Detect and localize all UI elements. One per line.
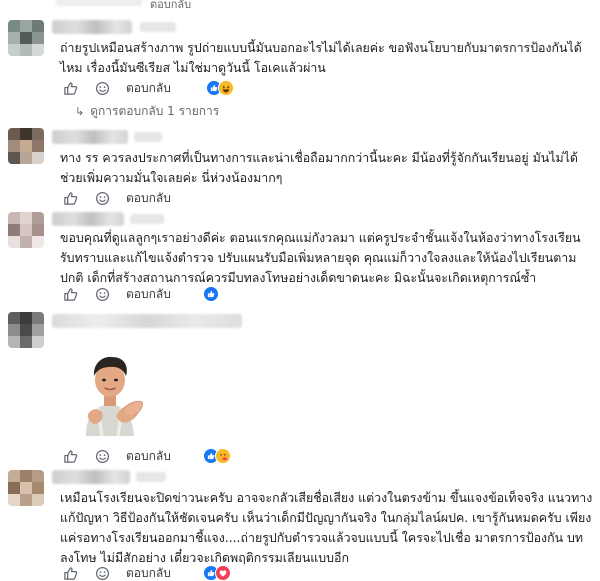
comment-text: ขอบคุณที่ดูแลลูกๆเราอย่างดีค่ะ ตอนแรกคุณ… bbox=[60, 230, 581, 285]
love-reaction-icon bbox=[215, 565, 231, 581]
thumbs-up-icon[interactable] bbox=[60, 447, 80, 465]
reply-button[interactable]: ตอบกลับ bbox=[126, 564, 171, 581]
smiley-icon[interactable] bbox=[92, 79, 112, 97]
reply-button[interactable]: ตอบกลับ bbox=[126, 285, 171, 304]
care-reaction-icon bbox=[215, 448, 231, 464]
thumbs-up-icon[interactable] bbox=[60, 189, 80, 207]
author-meta-blurred bbox=[136, 472, 166, 482]
smiley-icon[interactable] bbox=[92, 285, 112, 303]
avatar[interactable] bbox=[8, 20, 44, 56]
smiley-icon[interactable] bbox=[92, 447, 112, 465]
author-name-blurred[interactable] bbox=[52, 470, 130, 484]
author-name-blurred[interactable] bbox=[52, 212, 124, 226]
comment-text: ทาง รร ควรลงประกาศที่เป็นทางการและน่าเชื… bbox=[60, 150, 578, 185]
author-meta-blurred bbox=[134, 132, 162, 142]
author-name-blurred[interactable] bbox=[52, 130, 128, 144]
smiley-icon[interactable] bbox=[92, 564, 112, 581]
comment-text: ถ่ายรูปเหมือนสร้างภาพ รูปถ่ายแบบนี้มันบอ… bbox=[60, 40, 582, 75]
thumbs-up-icon[interactable] bbox=[60, 564, 80, 581]
reactions[interactable] bbox=[203, 447, 231, 465]
reactions[interactable] bbox=[203, 564, 231, 581]
author-name-blurred[interactable] bbox=[52, 20, 132, 34]
avatar[interactable] bbox=[8, 212, 44, 248]
author-name-blurred[interactable] bbox=[52, 314, 242, 328]
reply-button[interactable]: ตอบกลับ bbox=[126, 189, 171, 208]
comment-actions: ตอบกลับ bbox=[60, 446, 171, 466]
reply-button[interactable]: ตอบกลับ bbox=[150, 0, 191, 13]
reactions[interactable] bbox=[203, 285, 219, 303]
avatar[interactable] bbox=[8, 312, 44, 348]
comment-actions: ตอบกลับ bbox=[60, 78, 171, 98]
comment-text: เหมือนโรงเรียนจะปิดข่าวนะครับ อาจจะกลัวเ… bbox=[60, 490, 593, 565]
reply-button[interactable]: ตอบกลับ bbox=[126, 79, 171, 98]
comment-actions: ตอบกลับ bbox=[60, 284, 171, 304]
comment-actions: ตอบกลับ bbox=[60, 188, 171, 208]
reply-button[interactable]: ตอบกลับ bbox=[126, 447, 171, 466]
avatar[interactable] bbox=[8, 128, 44, 164]
view-replies-link[interactable]: ↳ ดูการตอบกลับ 1 รายการ bbox=[75, 102, 219, 121]
avatar-sticker bbox=[72, 354, 150, 437]
comment-actions: ตอบกลับ bbox=[60, 563, 171, 581]
reactions[interactable] bbox=[206, 79, 234, 97]
haha-reaction-icon bbox=[218, 80, 234, 96]
author-meta-blurred bbox=[140, 22, 176, 32]
like-reaction-icon bbox=[203, 286, 219, 302]
thumbs-up-icon[interactable] bbox=[60, 79, 80, 97]
thumbs-up-icon[interactable] bbox=[60, 285, 80, 303]
reply-arrow-icon: ↳ bbox=[75, 105, 85, 118]
previous-comment-actions: ตอบกลับ bbox=[0, 0, 600, 12]
avatar[interactable] bbox=[8, 470, 44, 506]
blurred-name bbox=[56, 0, 142, 6]
view-replies-label[interactable]: ดูการตอบกลับ 1 รายการ bbox=[90, 102, 219, 121]
author-meta-blurred bbox=[130, 214, 164, 224]
smiley-icon[interactable] bbox=[92, 189, 112, 207]
